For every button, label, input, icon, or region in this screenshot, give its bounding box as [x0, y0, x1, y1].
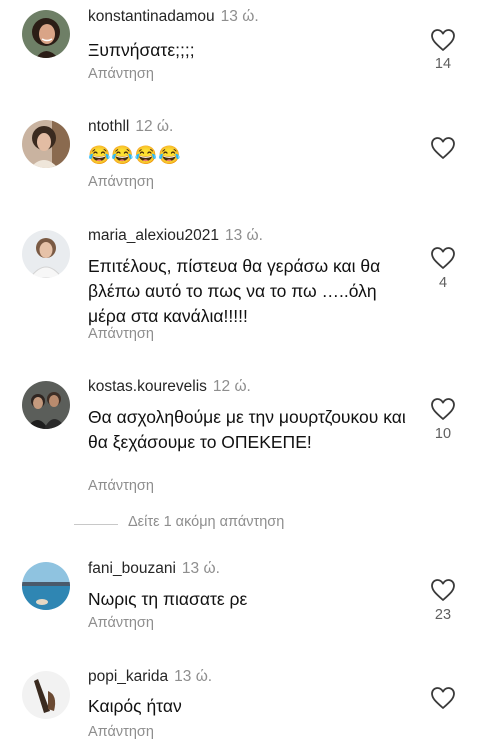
avatar-woman-dark-hair-icon [22, 10, 70, 58]
comment-username[interactable]: fani_bouzani [88, 560, 176, 577]
reply-button[interactable]: Απάντηση [88, 724, 154, 740]
comment-username[interactable]: maria_alexiou2021 [88, 227, 219, 244]
avatar[interactable] [22, 10, 70, 58]
avatar[interactable] [22, 381, 70, 429]
comment-item: konstantinadamou 13 ώ. Ξυπνήσατε;;;; Απάν… [0, 0, 480, 100]
like-button[interactable] [430, 28, 456, 52]
heart-icon [431, 29, 455, 51]
reply-button[interactable]: Απάντηση [88, 478, 154, 494]
like-count: 4 [438, 275, 448, 291]
heart-icon [431, 137, 455, 159]
reply-button[interactable]: Απάντηση [88, 66, 154, 82]
comment-time: 13 ώ. [224, 227, 263, 244]
like-count: 14 [434, 56, 452, 72]
comment-time: 13 ώ. [181, 560, 220, 577]
avatar[interactable] [22, 671, 70, 719]
avatar[interactable] [22, 120, 70, 168]
like-button[interactable] [430, 686, 456, 710]
comment-username[interactable]: popi_karida [88, 668, 168, 685]
like-button[interactable] [430, 578, 456, 602]
avatar[interactable] [22, 562, 70, 610]
comment-text: 😂😂😂😂 [88, 145, 182, 165]
like-button[interactable] [430, 397, 456, 421]
avatar-woman-light-icon [22, 230, 70, 278]
avatar-group-photo-icon [22, 381, 70, 429]
comment-time: 12 ώ. [135, 118, 174, 135]
avatar-dark-object-icon [22, 671, 70, 719]
reply-button[interactable]: Απάντηση [88, 174, 154, 190]
comment-time: 13 ώ. [220, 8, 259, 25]
comment-text: Θα ασχοληθούμε με την μουρτζουκου και θα… [88, 407, 406, 452]
avatar[interactable] [22, 230, 70, 278]
comment-time: 13 ώ. [174, 668, 213, 685]
like-count: 10 [434, 426, 452, 442]
comment-username[interactable]: konstantinadamou [88, 8, 215, 25]
comment-text: Ξυπνήσατε;;;; [88, 40, 195, 60]
like-button[interactable] [430, 136, 456, 160]
heart-icon [431, 398, 455, 420]
comment-username[interactable]: kostas.kourevelis [88, 378, 207, 395]
like-button[interactable] [430, 246, 456, 270]
comment-text: Νωρις τη πιασατε ρε [88, 589, 248, 609]
avatar-woman-glasses-icon [22, 120, 70, 168]
reply-button[interactable]: Απάντηση [88, 326, 154, 342]
heart-icon [431, 247, 455, 269]
comment-text: Επιτέλους, πίστευα θα γεράσω και θα βλέπ… [88, 256, 381, 326]
view-more-replies-button[interactable]: Δείτε 1 ακόμη απάντηση [74, 514, 374, 534]
comment-text: Καιρός ήταν [88, 696, 182, 716]
reply-button[interactable]: Απάντηση [88, 615, 154, 631]
heart-icon [431, 687, 455, 709]
comment-time: 12 ώ. [212, 378, 251, 395]
comment-username[interactable]: ntothll [88, 118, 129, 135]
view-more-replies-label: Δείτε 1 ακόμη απάντηση [128, 514, 285, 530]
divider [74, 524, 118, 525]
like-count: 23 [434, 607, 452, 623]
avatar-sea-landscape-icon [22, 562, 70, 610]
heart-icon [431, 579, 455, 601]
